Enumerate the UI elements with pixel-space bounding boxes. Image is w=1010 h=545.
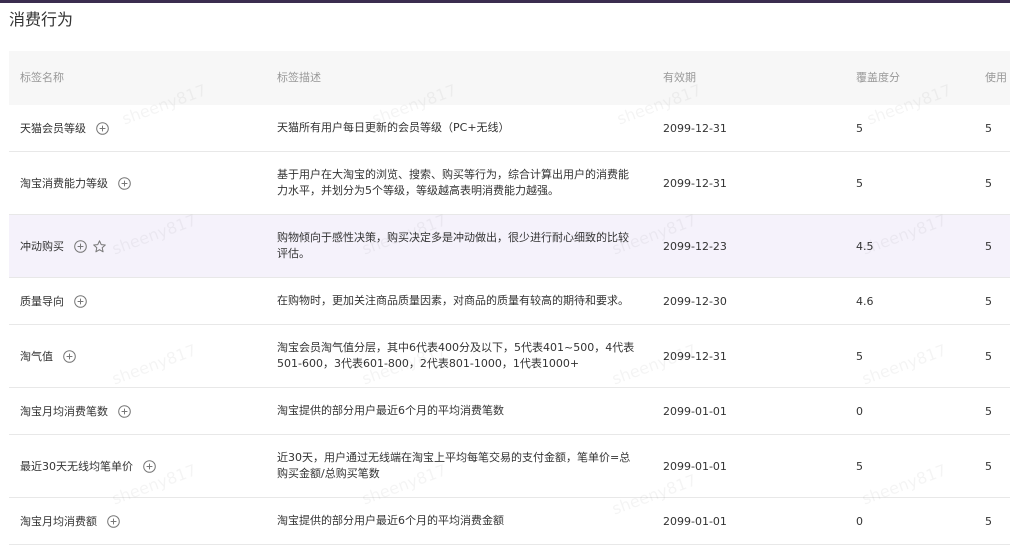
tag-description: 购物倾向于感性决策，购买决定多是冲动做出，很少进行耐心细致的比较评估。 [277, 231, 629, 260]
valid-until: 2099-12-30 [663, 294, 727, 308]
tag-name: 天猫会员等级 [20, 122, 86, 135]
add-circle-icon[interactable] [118, 404, 131, 418]
add-circle-icon[interactable] [118, 176, 131, 190]
tag-name: 淘宝消费能力等级 [20, 177, 108, 190]
tag-description: 天猫所有用户每日更新的会员等级（PC+无线） [277, 121, 510, 134]
table-row[interactable]: 质量导向 在购物时，更加关注商品质量因素，对商品的质量有较高的期待和要求。 20… [9, 278, 1010, 325]
tag-description: 基于用户在大淘宝的浏览、搜索、购买等行为，综合计算出用户的消费能力水平，并划分为… [277, 168, 629, 197]
valid-until: 2099-12-31 [663, 121, 727, 135]
valid-until: 2099-12-31 [663, 176, 727, 190]
column-header-valid-until: 有效期 [663, 71, 696, 84]
coverage-score: 5 [856, 176, 863, 190]
table-row[interactable]: 最近30天无线均笔单价 近30天，用户通过无线端在淘宝上平均每笔交易的支付金额，… [9, 435, 1010, 498]
coverage-score: 5 [856, 349, 863, 363]
coverage-score: 4.6 [856, 294, 874, 308]
table-row[interactable]: 淘气值 淘宝会员淘气值分层，其中6代表400分及以下，5代表401~500，4代… [9, 325, 1010, 388]
tag-description: 在购物时，更加关注商品质量因素，对商品的质量有较高的期待和要求。 [277, 294, 629, 307]
column-header-name: 标签名称 [20, 71, 64, 84]
tag-description: 淘宝提供的部分用户最近6个月的平均消费金额 [277, 514, 504, 527]
column-header-usage: 使用 [985, 71, 1007, 84]
column-header-description: 标签描述 [277, 71, 321, 84]
usage-score: 5 [985, 239, 992, 253]
add-circle-icon[interactable] [74, 239, 87, 253]
add-circle-icon[interactable] [143, 459, 156, 473]
valid-until: 2099-12-23 [663, 239, 727, 253]
coverage-score: 0 [856, 514, 863, 528]
tag-name: 最近30天无线均笔单价 [20, 460, 133, 473]
usage-score: 5 [985, 121, 992, 135]
tag-name: 淘宝月均消费额 [20, 515, 97, 528]
coverage-score: 5 [856, 459, 863, 473]
coverage-score: 5 [856, 121, 863, 135]
star-outline-icon[interactable] [93, 239, 106, 253]
top-accent-bar [0, 0, 1010, 3]
valid-until: 2099-01-01 [663, 459, 727, 473]
column-header-coverage: 覆盖度分 [856, 71, 900, 84]
usage-score: 5 [985, 294, 992, 308]
tag-name: 冲动购买 [20, 240, 64, 253]
usage-score: 5 [985, 459, 992, 473]
tag-name: 淘气值 [20, 350, 53, 363]
add-circle-icon[interactable] [96, 121, 109, 135]
table-row[interactable]: 天猫会员等级 天猫所有用户每日更新的会员等级（PC+无线） 2099-12-31… [9, 105, 1010, 152]
add-circle-icon[interactable] [107, 514, 120, 528]
tag-table: 标签名称 标签描述 有效期 覆盖度分 使用 天猫会员等级 天猫所有用户每日更新的… [9, 51, 1010, 545]
tag-description: 淘宝会员淘气值分层，其中6代表400分及以下，5代表401~500，4代表501… [277, 341, 635, 370]
valid-until: 2099-01-01 [663, 404, 727, 418]
table-header: 标签名称 标签描述 有效期 覆盖度分 使用 [9, 51, 1010, 105]
table-row[interactable]: 淘宝月均消费笔数 淘宝提供的部分用户最近6个月的平均消费笔数 2099-01-0… [9, 388, 1010, 435]
table-row[interactable]: 淘宝消费能力等级 基于用户在大淘宝的浏览、搜索、购买等行为，综合计算出用户的消费… [9, 152, 1010, 215]
tag-description: 近30天，用户通过无线端在淘宝上平均每笔交易的支付金额，笔单价=总购买金额/总购… [277, 451, 631, 480]
tag-name: 质量导向 [20, 295, 64, 308]
table-row[interactable]: 淘宝月均消费额 淘宝提供的部分用户最近6个月的平均消费金额 2099-01-01… [9, 498, 1010, 545]
add-circle-icon[interactable] [74, 294, 87, 308]
valid-until: 2099-01-01 [663, 514, 727, 528]
table-row[interactable]: 冲动购买 购物倾向于感性决策，购买决定多是冲动做出，很少进行耐心细致的比较评估。… [9, 215, 1010, 278]
add-circle-icon[interactable] [63, 349, 76, 363]
coverage-score: 0 [856, 404, 863, 418]
section-title: 消费行为 [9, 10, 74, 29]
usage-score: 5 [985, 176, 992, 190]
usage-score: 5 [985, 349, 992, 363]
usage-score: 5 [985, 514, 992, 528]
tag-description: 淘宝提供的部分用户最近6个月的平均消费笔数 [277, 404, 504, 417]
coverage-score: 4.5 [856, 239, 874, 253]
valid-until: 2099-12-31 [663, 349, 727, 363]
usage-score: 5 [985, 404, 992, 418]
tag-name: 淘宝月均消费笔数 [20, 405, 108, 418]
